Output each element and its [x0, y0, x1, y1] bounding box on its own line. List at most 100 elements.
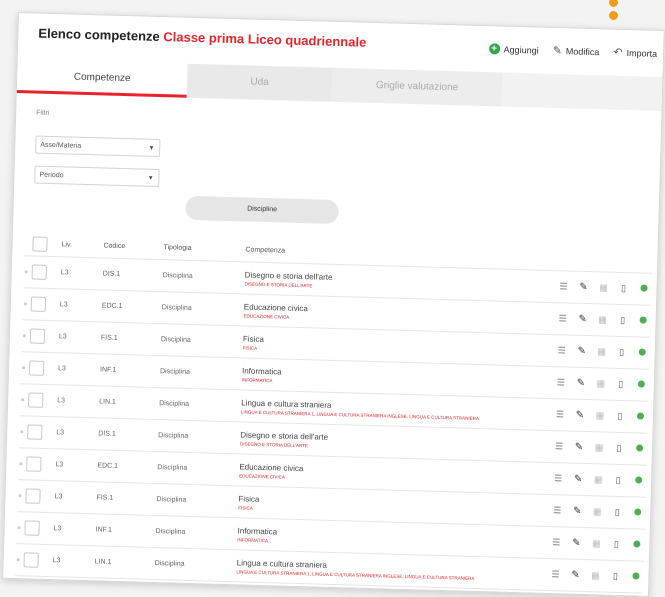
- row-checkbox[interactable]: [24, 520, 40, 536]
- status-dot-icon: [630, 508, 644, 517]
- tab-griglie-valutazione[interactable]: Griglie valutazione: [331, 67, 503, 107]
- trash-icon[interactable]: ▯: [615, 315, 629, 326]
- pencil-icon[interactable]: ✎: [575, 314, 589, 325]
- cell-codice: FIS.1: [99, 321, 161, 356]
- drag-handle-icon[interactable]: [15, 590, 19, 594]
- calendar-icon[interactable]: ▦: [595, 346, 609, 357]
- status-dot-icon: [634, 380, 648, 389]
- pencil-icon: ✎: [552, 44, 563, 58]
- import-button[interactable]: ↶ Importa: [613, 46, 657, 60]
- row-checkbox[interactable]: [23, 552, 39, 568]
- list-icon[interactable]: ☰: [550, 505, 564, 516]
- pencil-icon[interactable]: ✎: [572, 442, 586, 453]
- pencil-icon[interactable]: ✎: [569, 538, 583, 549]
- row-checkbox[interactable]: [22, 584, 39, 597]
- asse-materia-select[interactable]: Asse/Materia ▾: [35, 135, 161, 158]
- calendar-icon[interactable]: ▦: [592, 442, 606, 453]
- discipline-button[interactable]: Discipline: [185, 195, 339, 225]
- list-icon[interactable]: ☰: [549, 537, 563, 548]
- competences-table: Liv. Codice Tipologia Competenza L3 DIS.1…: [14, 231, 652, 597]
- page-title: Elenco competenze Classe prima Liceo qua…: [38, 26, 366, 50]
- trash-icon[interactable]: ▯: [612, 443, 626, 454]
- drag-handle-icon[interactable]: [17, 526, 21, 530]
- drag-handle-icon[interactable]: [22, 366, 26, 370]
- pencil-icon[interactable]: ✎: [571, 474, 585, 485]
- periodo-select[interactable]: Periodo ▾: [34, 165, 160, 188]
- list-icon[interactable]: ☰: [556, 281, 570, 292]
- add-button-label: Aggiungi: [503, 44, 539, 56]
- pencil-icon[interactable]: ✎: [574, 378, 588, 389]
- list-icon[interactable]: ☰: [555, 345, 569, 356]
- row-actions: ☰ ✎ ▦ ▯: [506, 365, 650, 402]
- list-icon[interactable]: ☰: [555, 313, 569, 324]
- drag-handle-icon[interactable]: [21, 398, 25, 402]
- drag-handle-icon[interactable]: [16, 558, 20, 562]
- cell-liv: L3: [51, 544, 95, 578]
- drag-handle-icon[interactable]: [19, 462, 23, 466]
- list-icon[interactable]: ☰: [548, 569, 562, 580]
- drag-handle-icon[interactable]: [20, 430, 24, 434]
- periodo-value: Periodo: [39, 171, 64, 180]
- list-icon[interactable]: ☰: [554, 377, 568, 388]
- trash-icon[interactable]: ▯: [611, 475, 625, 486]
- row-actions: ☰ ✎ ▦ ▯: [503, 461, 647, 498]
- row-checkbox[interactable]: [27, 392, 44, 408]
- import-arrow-icon: ↶: [613, 46, 623, 59]
- import-button-label: Importa: [626, 47, 658, 59]
- pencil-icon[interactable]: ✎: [575, 346, 589, 357]
- calendar-icon[interactable]: ▦: [589, 538, 603, 549]
- pencil-icon[interactable]: ✎: [573, 410, 587, 421]
- cell-codice: EDC.1: [92, 577, 154, 597]
- pencil-icon[interactable]: ✎: [568, 570, 582, 581]
- trash-icon[interactable]: ▯: [614, 379, 628, 390]
- tab-competenze[interactable]: Competenze: [16, 59, 188, 98]
- trash-icon[interactable]: ▯: [609, 539, 623, 550]
- drag-handle-icon[interactable]: [18, 494, 22, 498]
- drag-handle-icon[interactable]: [22, 334, 27, 338]
- row-checkbox[interactable]: [31, 264, 47, 280]
- cell-liv: L3: [50, 576, 94, 597]
- status-dot-icon: [633, 412, 647, 421]
- pencil-icon[interactable]: ✎: [570, 506, 584, 517]
- edit-button[interactable]: ✎ Modifica: [552, 44, 599, 58]
- list-icon[interactable]: ☰: [553, 409, 567, 420]
- calendar-icon[interactable]: ▦: [590, 506, 604, 517]
- trash-icon[interactable]: ▯: [608, 571, 622, 582]
- calendar-icon[interactable]: ▦: [588, 570, 602, 581]
- list-icon[interactable]: ☰: [551, 473, 565, 484]
- row-checkbox[interactable]: [28, 360, 45, 376]
- calendar-icon[interactable]: ▦: [595, 314, 609, 325]
- row-checkbox[interactable]: [26, 456, 42, 472]
- cell-codice: EDC.1: [100, 289, 162, 324]
- calendar-icon[interactable]: ▦: [596, 282, 610, 293]
- row-actions: ☰ ✎ ▦ ▯: [502, 493, 646, 530]
- cell-liv: L3: [56, 352, 100, 386]
- cell-tipologia: Disciplina: [154, 515, 237, 550]
- competence-panel: Elenco competenze Classe prima Liceo qua…: [2, 12, 665, 597]
- trash-icon[interactable]: ▯: [610, 507, 624, 518]
- row-checkbox[interactable]: [27, 424, 43, 440]
- calendar-icon[interactable]: ▦: [594, 378, 608, 389]
- drag-handle-icon[interactable]: [23, 302, 27, 306]
- status-dot-icon: [636, 284, 650, 293]
- calendar-icon[interactable]: ▦: [593, 410, 607, 421]
- header-codice: Codice: [103, 241, 126, 250]
- select-all-checkbox[interactable]: [32, 235, 48, 252]
- list-icon[interactable]: ☰: [552, 441, 566, 452]
- tab-uda[interactable]: Uda: [186, 63, 333, 102]
- status-dot-icon: [635, 316, 649, 325]
- drag-handle-icon[interactable]: [24, 270, 28, 274]
- status-dot-icon: [631, 476, 645, 485]
- trash-icon[interactable]: ▯: [616, 283, 630, 294]
- row-checkbox[interactable]: [25, 488, 41, 504]
- row-checkbox[interactable]: [30, 296, 47, 312]
- add-button[interactable]: + Aggiungi: [488, 42, 539, 56]
- asse-materia-value: Asse/Materia: [40, 141, 82, 150]
- pencil-icon[interactable]: ✎: [576, 282, 590, 293]
- trash-icon[interactable]: ▯: [615, 347, 629, 358]
- row-checkbox[interactable]: [29, 328, 46, 344]
- cell-tipologia: Disciplina: [155, 451, 239, 486]
- cell-codice: DIS.1: [96, 417, 158, 452]
- trash-icon[interactable]: ▯: [613, 411, 627, 422]
- calendar-icon[interactable]: ▦: [591, 474, 605, 485]
